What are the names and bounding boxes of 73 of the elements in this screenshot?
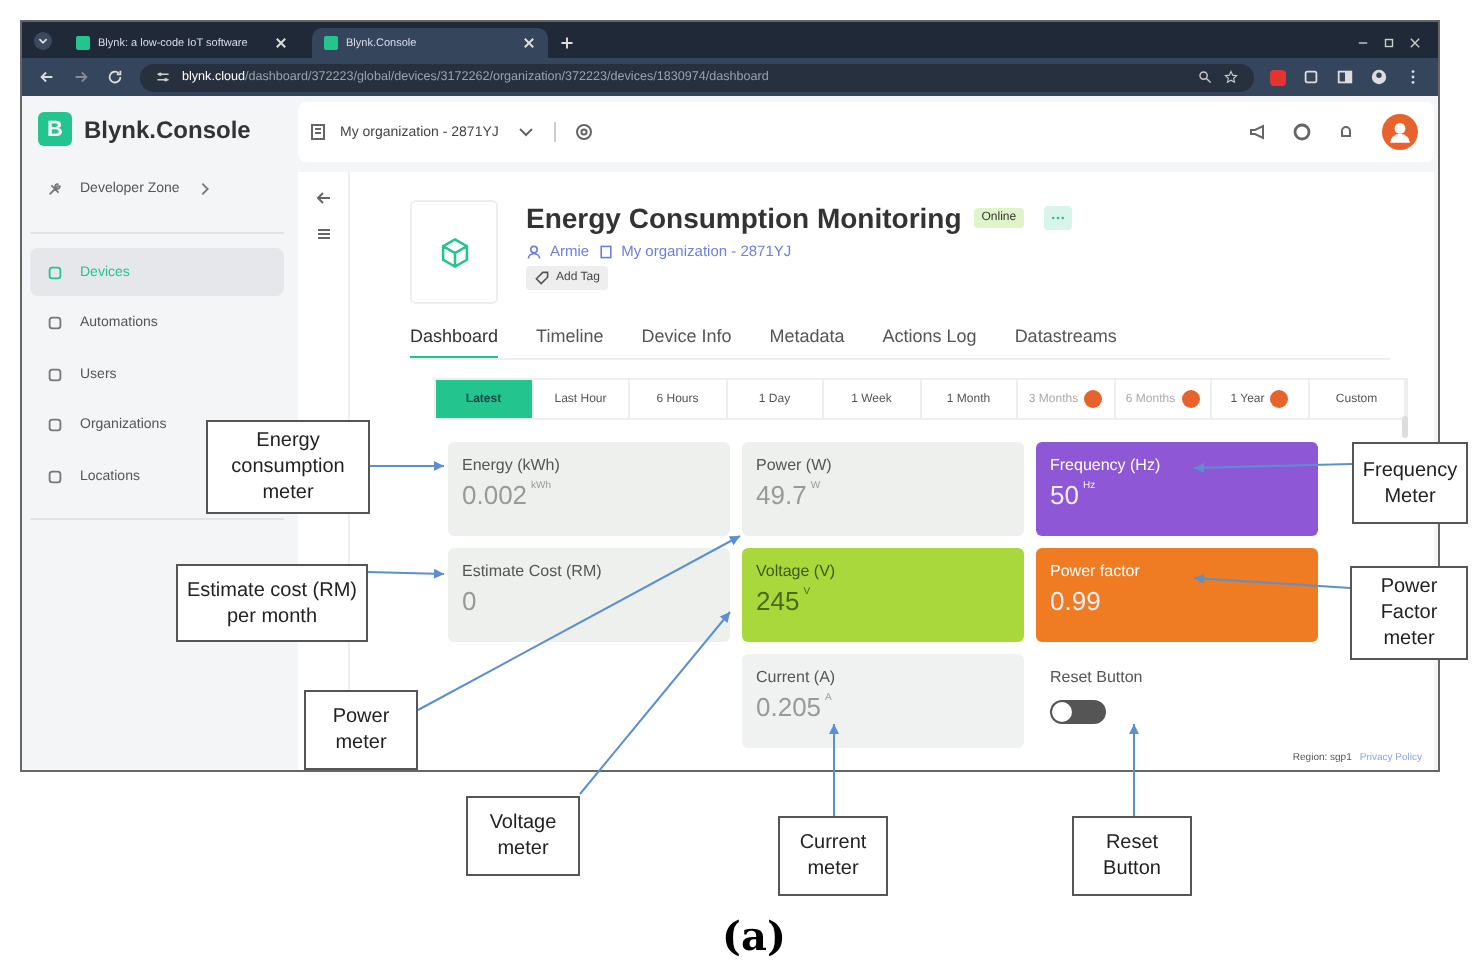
callout-label: Voltage meter <box>466 796 580 876</box>
nav-icon <box>46 263 64 281</box>
user-icon <box>526 243 542 259</box>
app-title: Blynk.Console <box>84 115 251 143</box>
callout-label: Power meter <box>304 690 418 770</box>
tab[interactable]: Datastreams <box>1014 322 1117 358</box>
callout-label: Reset Button <box>1072 816 1192 896</box>
tab[interactable]: Device Info <box>641 322 732 358</box>
star-icon[interactable] <box>1224 70 1238 84</box>
callout-arrow <box>1129 723 1139 817</box>
back-icon[interactable] <box>313 188 333 208</box>
close-icon[interactable] <box>522 36 536 50</box>
sidebar-icon[interactable] <box>1336 68 1354 86</box>
nav-icon <box>46 365 64 383</box>
widget-value: 0 <box>462 586 479 616</box>
widget-value: 0.002$^{kWh}$ <box>462 480 554 510</box>
more-icon <box>1050 214 1067 222</box>
building-icon <box>308 122 328 142</box>
tab[interactable]: Dashboard <box>410 322 499 358</box>
tab[interactable]: Actions Log <box>882 322 977 358</box>
widget-title: Energy (kWh) <box>462 456 560 474</box>
tab[interactable]: Metadata <box>769 322 845 358</box>
zoom-icon[interactable] <box>1198 70 1212 84</box>
callout-label: Frequency Meter <box>1352 442 1468 524</box>
widget-title: Voltage (V) <box>756 562 836 580</box>
callout-arrow <box>829 723 839 817</box>
tab[interactable]: Timeline <box>536 322 604 358</box>
cube-icon <box>437 235 471 269</box>
megaphone-icon[interactable] <box>1248 122 1268 142</box>
toggle-switch[interactable] <box>1050 700 1106 724</box>
tools-icon <box>46 180 64 198</box>
favicon-icon <box>76 36 90 50</box>
tab-list-icon[interactable] <box>34 32 52 50</box>
tag-icon <box>534 270 550 286</box>
widget-title: Power (W) <box>756 456 832 474</box>
reload-icon[interactable] <box>106 68 124 86</box>
menu-icon[interactable] <box>313 224 333 244</box>
widget-value: 49.7$^{W}$ <box>756 480 823 510</box>
widget-value: 0.205$^{A}$ <box>756 692 834 722</box>
callout-label: Power Factor meter <box>1350 566 1468 660</box>
caret-icon[interactable] <box>516 122 537 142</box>
widget-value: 50$^{Hz}$ <box>1050 480 1098 510</box>
callout-label: Estimate cost (RM) per month <box>176 564 368 642</box>
restore-icon[interactable] <box>1382 36 1396 50</box>
building-icon <box>597 243 614 259</box>
figure-caption: (a) <box>720 912 788 960</box>
new-tab-icon[interactable] <box>560 36 574 50</box>
widget-title: Reset Button <box>1050 668 1143 686</box>
widget-title: Estimate Cost (RM) <box>462 562 602 580</box>
widget-title: Frequency (Hz) <box>1050 456 1161 474</box>
callout-label: Current meter <box>778 816 888 896</box>
device-title: Energy Consumption Monitoring <box>526 202 962 234</box>
close-icon[interactable] <box>274 36 288 50</box>
avatar-icon[interactable] <box>1382 114 1418 150</box>
widget-title: Power factor <box>1050 562 1140 580</box>
nav-icon <box>46 314 64 332</box>
settings-icon[interactable] <box>574 122 595 142</box>
nav-icon <box>46 416 64 434</box>
callout-label: Energy consumption meter <box>206 420 370 514</box>
forward-icon[interactable] <box>72 68 90 86</box>
site-settings-icon <box>156 70 170 84</box>
widget-value: 245$^{V}$ <box>756 586 813 616</box>
bell-icon[interactable] <box>1336 122 1356 142</box>
profile-icon[interactable] <box>1370 68 1388 86</box>
favicon-icon <box>324 36 338 50</box>
minimize-icon[interactable] <box>1356 36 1370 50</box>
back-icon[interactable] <box>38 68 56 86</box>
nav-icon <box>46 467 64 485</box>
widget-value: 0.99 <box>1050 586 1103 616</box>
callout-arrow <box>369 461 445 471</box>
close-icon[interactable] <box>1408 36 1422 50</box>
scrollbar[interactable] <box>1402 416 1408 438</box>
widget-title: Current (A) <box>756 668 836 686</box>
